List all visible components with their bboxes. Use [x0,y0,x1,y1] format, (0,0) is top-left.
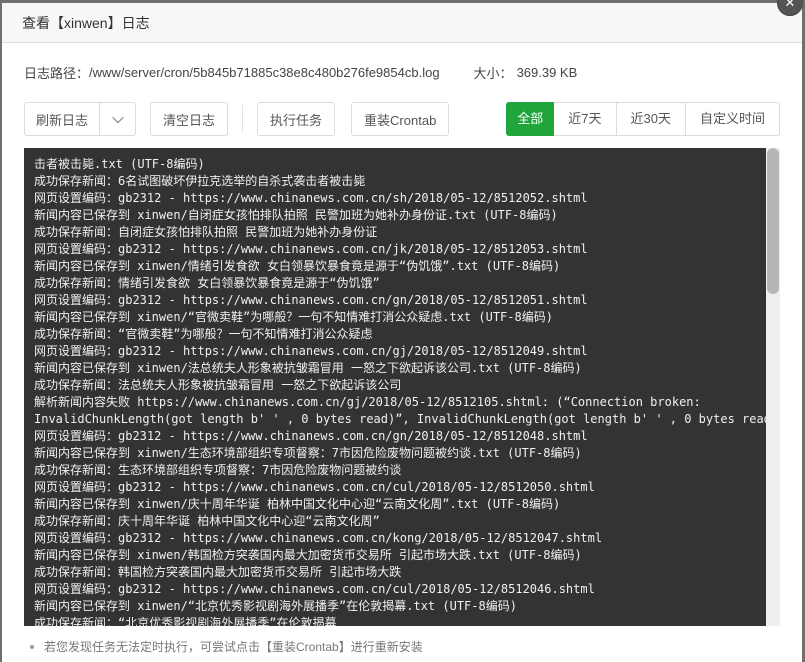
filter-all-button[interactable]: 全部 [506,102,554,136]
log-scrollbar-thumb[interactable] [767,148,779,294]
log-line: 成功保存新闻：韩国检方突袭国内最大加密货币交易所 引起市场大跌 [34,564,754,581]
refresh-dropdown-button[interactable] [100,102,136,136]
log-output[interactable]: 击者被击毙.txt (UTF-8编码)成功保存新闻：6名试图破坏伊拉克选举的自杀… [24,148,780,626]
clear-log-button[interactable]: 清空日志 [150,102,228,136]
log-line: 网页设置编码：gb2312 - https://www.chinanews.co… [34,292,754,309]
log-line: 成功保存新闻：生态环境部组织专项督察：7市因危险废物问题被约谈 [34,462,754,479]
log-line: 成功保存新闻：法总统夫人形象被抗皱霜冒用 一怒之下欲起诉该公司 [34,377,754,394]
log-line: 新闻内容已保存到 xinwen/韩国检方突袭国内最大加密货币交易所 引起市场大跌… [34,547,754,564]
log-line: 击者被击毙.txt (UTF-8编码) [34,156,754,173]
log-line: 成功保存新闻：“官微卖鞋”为哪般？一句不知情难打消公众疑虑 [34,326,754,343]
time-filter-group: 全部 近7天 近30天 自定义时间 [506,102,780,136]
footer-tip: 若您发现任务无法定时执行，可尝试点击【重装Crontab】进行重新安装 [30,638,780,655]
dialog-title: 查看【xinwen】日志 [2,3,802,43]
bullet-icon [30,645,34,649]
log-line: 成功保存新闻：情绪引发食欲 女白领暴饮暴食竟是源于“伪饥饿” [34,275,754,292]
log-scrollbar[interactable] [766,148,780,626]
filter-30days-button[interactable]: 近30天 [617,102,686,136]
log-line: InvalidChunkLength(got length b' ' , 0 b… [34,411,754,428]
log-size-label: 大小： [474,63,513,82]
log-line: 网页设置编码：gb2312 - https://www.chinanews.co… [34,343,754,360]
filter-7days-button[interactable]: 近7天 [554,102,616,136]
log-line: 成功保存新闻：“北京优秀影视剧海外展播季”在伦敦揭幕 [34,615,754,626]
log-path-label: 日志路径： [24,63,89,82]
log-line: 新闻内容已保存到 xinwen/自闭症女孩怕排队拍照 民警加班为她补办身份证.t… [34,207,754,224]
log-line: 成功保存新闻：自闭症女孩怕排队拍照 民警加班为她补办身份证 [34,224,754,241]
log-line: 网页设置编码：gb2312 - https://www.chinanews.co… [34,530,754,547]
filter-custom-time-button[interactable]: 自定义时间 [686,102,780,136]
log-line: 成功保存新闻：6名试图破坏伊拉克选举的自杀式袭击者被击毙 [34,173,754,190]
log-path-value: /www/server/cron/5b845b71885c38e8c480b27… [89,65,440,80]
log-lines: 击者被击毙.txt (UTF-8编码)成功保存新闻：6名试图破坏伊拉克选举的自杀… [34,156,754,626]
refresh-log-button[interactable]: 刷新日志 [24,102,100,136]
footer-tip-text: 若您发现任务无法定时执行，可尝试点击【重装Crontab】进行重新安装 [44,638,423,655]
log-line: 新闻内容已保存到 xinwen/生态环境部组织专项督察：7市因危险废物问题被约谈… [34,445,754,462]
log-line: 网页设置编码：gb2312 - https://www.chinanews.co… [34,428,754,445]
log-line: 网页设置编码：gb2312 - https://www.chinanews.co… [34,241,754,258]
log-line: 网页设置编码：gb2312 - https://www.chinanews.co… [34,479,754,496]
log-line: 新闻内容已保存到 xinwen/“官微卖鞋”为哪般？一句不知情难打消公众疑虑.t… [34,309,754,326]
log-line: 新闻内容已保存到 xinwen/“北京优秀影视剧海外展播季”在伦敦揭幕.txt … [34,598,754,615]
log-line: 新闻内容已保存到 xinwen/情绪引发食欲 女白领暴饮暴食竟是源于“伪饥饿”.… [34,258,754,275]
log-viewer-dialog: ✕ 查看【xinwen】日志 日志路径： /www/server/cron/5b… [2,3,802,662]
log-line: 新闻内容已保存到 xinwen/庆十周年华诞 柏林中国文化中心迎“云南文化周”.… [34,496,754,513]
log-line: 解析新闻内容失败 https://www.chinanews.com.cn/gj… [34,394,754,411]
toolbar-divider [242,105,243,133]
reinstall-crontab-button[interactable]: 重装Crontab [351,102,449,136]
log-line: 网页设置编码：gb2312 - https://www.chinanews.co… [34,190,754,207]
chevron-down-icon [112,112,123,123]
log-size-value: 369.39 KB [517,65,578,80]
log-line: 网页设置编码：gb2312 - https://www.chinanews.co… [34,581,754,598]
execute-task-button[interactable]: 执行任务 [257,102,335,136]
log-meta-row: 日志路径： /www/server/cron/5b845b71885c38e8c… [24,63,780,82]
log-line: 成功保存新闻：庆十周年华诞 柏林中国文化中心迎“云南文化周” [34,513,754,530]
log-line: 新闻内容已保存到 xinwen/法总统夫人形象被抗皱霜冒用 一怒之下欲起诉该公司… [34,360,754,377]
toolbar: 刷新日志 清空日志 执行任务 重装Crontab 全部 近7天 近30天 自定义… [24,102,780,136]
